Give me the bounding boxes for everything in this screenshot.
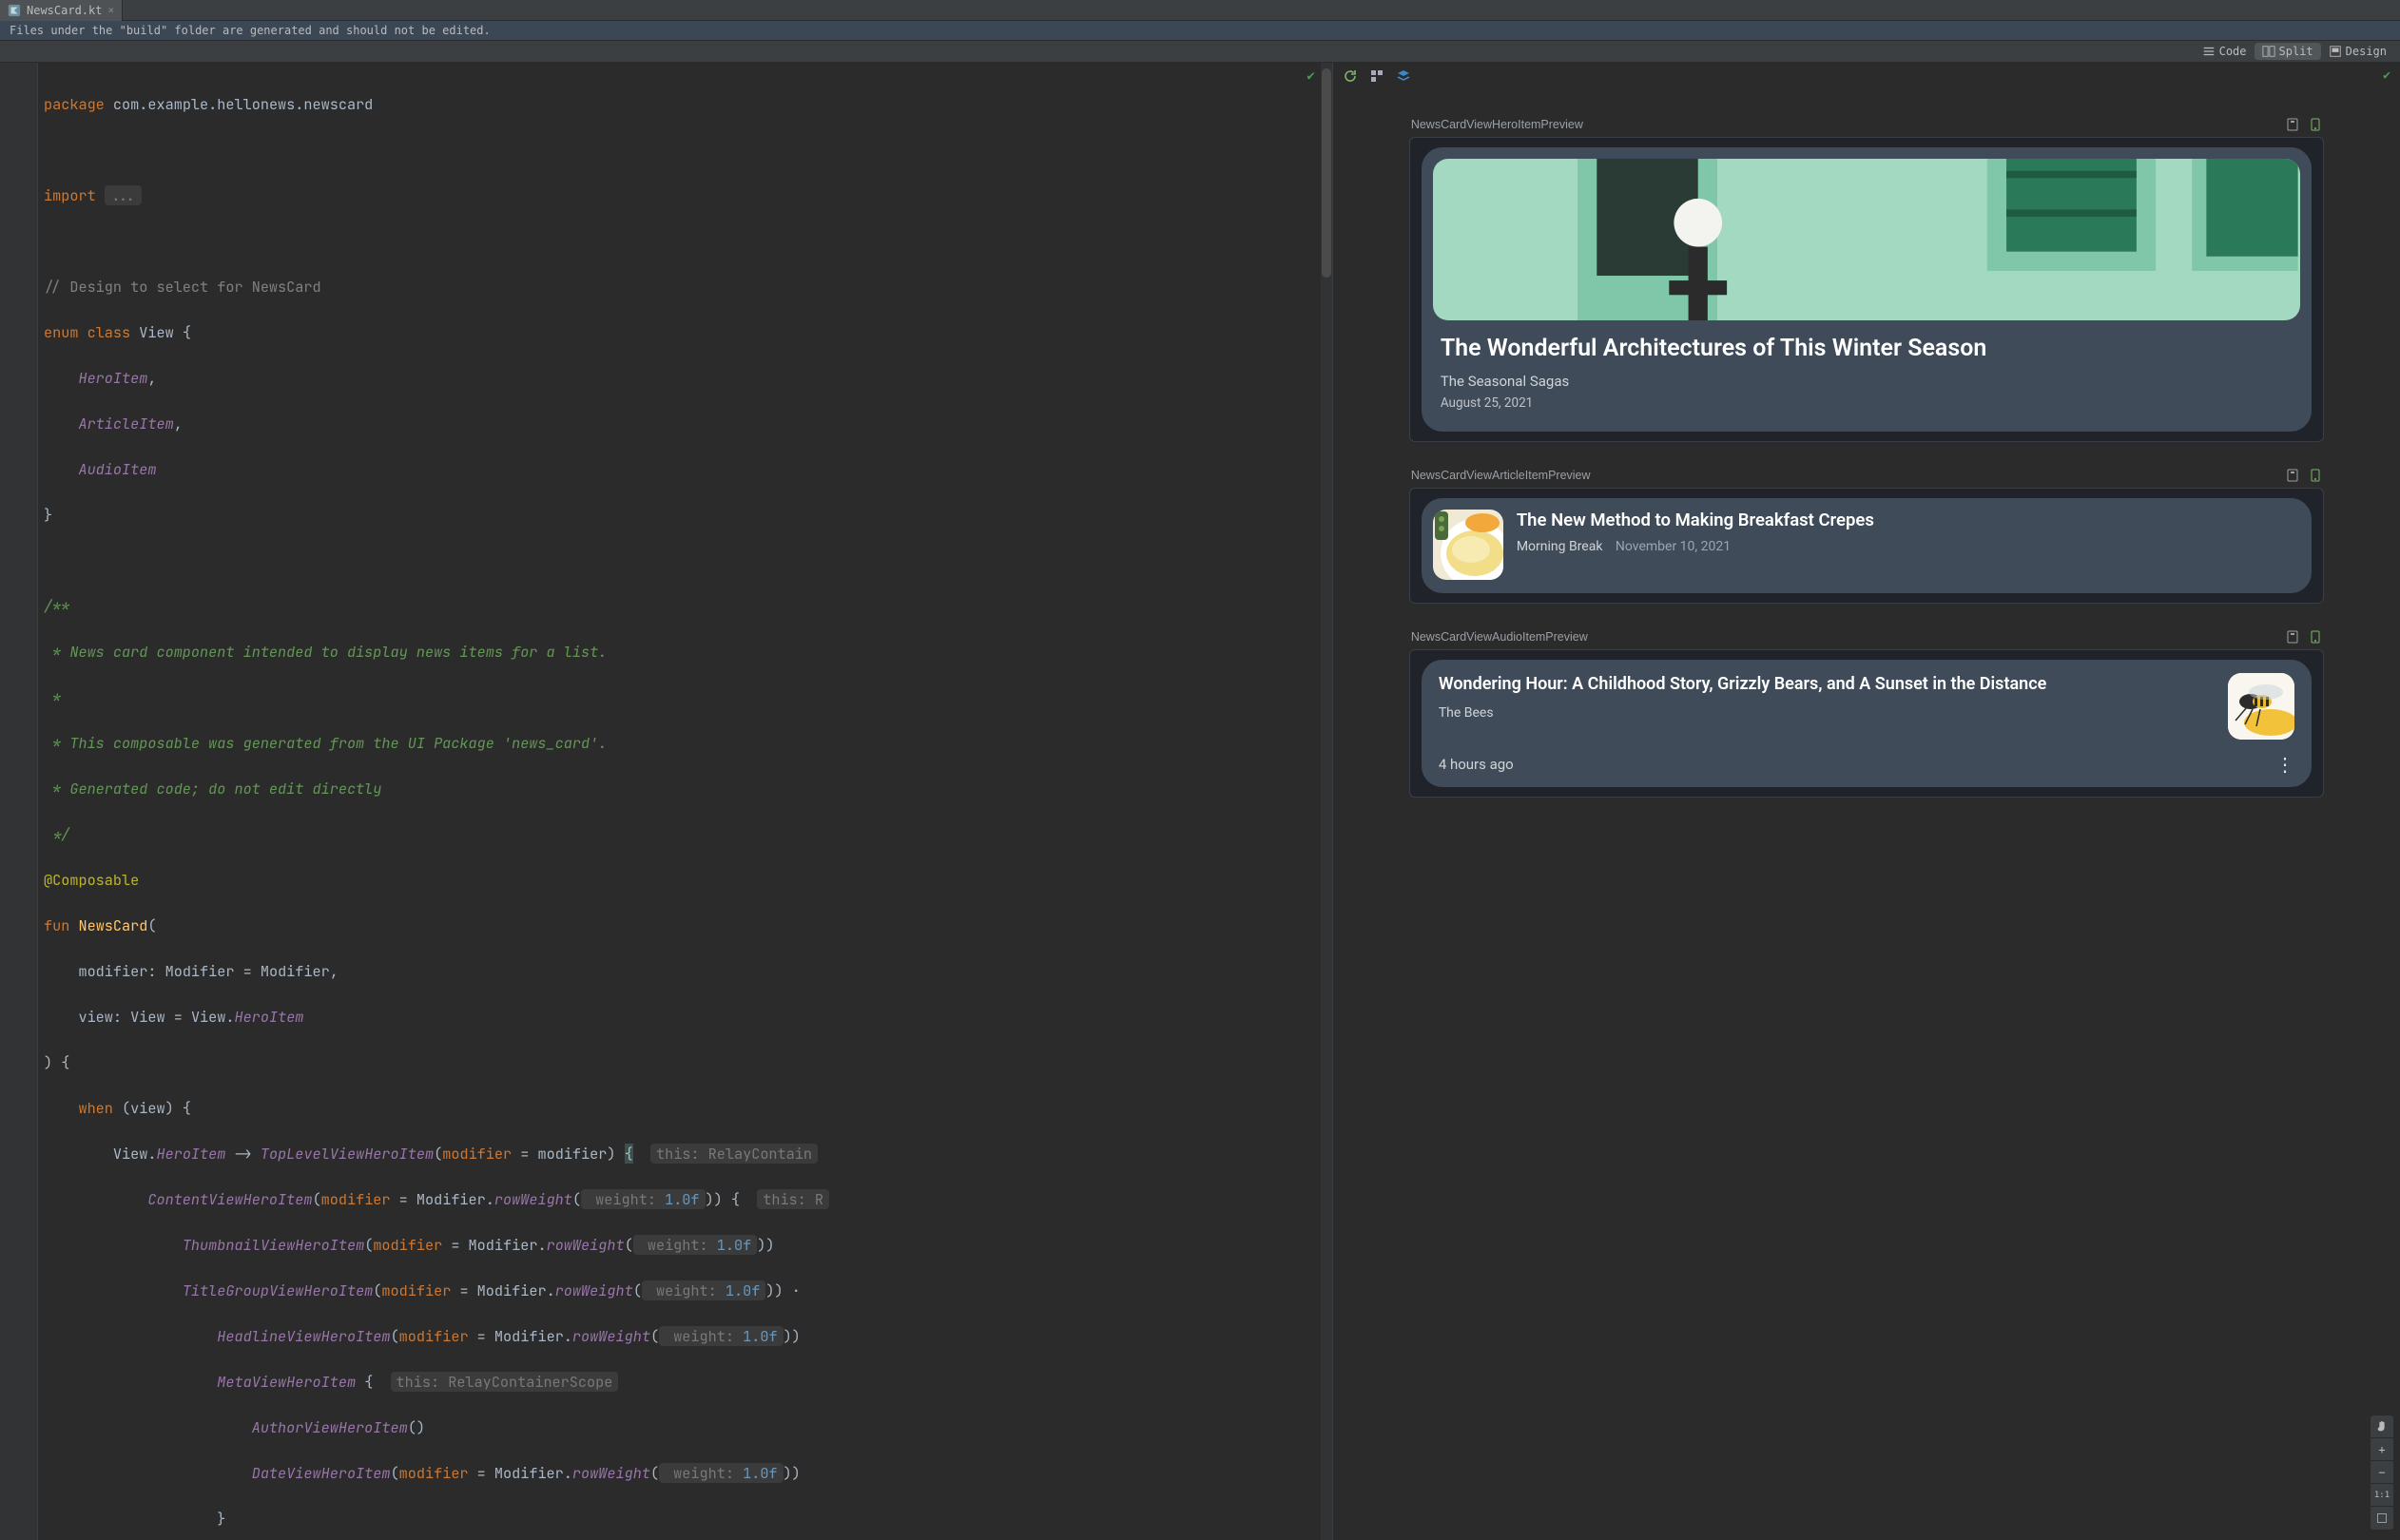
mode-design-label: Design (2346, 45, 2387, 58)
audio-thumbnail (2228, 673, 2294, 740)
hero-author: The Seasonal Sagas (1441, 373, 2293, 390)
refresh-icon[interactable] (1343, 68, 1358, 84)
zoom-out[interactable]: − (2371, 1461, 2393, 1484)
mode-code-label: Code (2219, 45, 2247, 58)
zoom-fit[interactable] (2371, 1507, 2393, 1530)
preview-hero: NewsCardViewHeroItemPreview (1409, 118, 2324, 442)
compose-preview-pane: ✔ NewsCardViewHeroItemPreview (1332, 63, 2400, 1540)
preview-audio-title: NewsCardViewAudioItemPreview (1411, 630, 1588, 644)
preview-audio: NewsCardViewAudioItemPreview Wondering H… (1409, 630, 2324, 798)
audio-card[interactable]: Wondering Hour: A Childhood Story, Grizz… (1422, 660, 2312, 787)
mode-code[interactable]: Code (2195, 43, 2255, 60)
audio-author: The Bees (1439, 705, 2213, 721)
article-author: Morning Break (1517, 539, 1603, 554)
deploy-preview-icon[interactable] (2286, 630, 2299, 644)
hero-date: August 25, 2021 (1441, 395, 2293, 411)
zoom-controls: + − 1:1 (2370, 1415, 2394, 1530)
animation-preview-icon[interactable] (2309, 118, 2322, 131)
zoom-reset[interactable]: 1:1 (2371, 1484, 2393, 1507)
preview-article-title: NewsCardViewArticleItemPreview (1411, 469, 1591, 482)
preview-article: NewsCardViewArticleItemPreview (1409, 469, 2324, 604)
design-mode-icon (2329, 45, 2342, 58)
kotlin-file-icon (8, 4, 21, 17)
zoom-in[interactable]: + (2371, 1438, 2393, 1461)
article-thumbnail (1433, 510, 1503, 580)
audio-time: 4 hours ago (1439, 756, 1514, 773)
deploy-preview-icon[interactable] (2286, 118, 2299, 131)
editor-gutter (0, 63, 38, 1540)
generated-file-notice: Files under the "build" folder are gener… (0, 21, 2400, 41)
animation-preview-icon[interactable] (2309, 469, 2322, 482)
code-editor[interactable]: ✔ package com.example.hellonews.newscard… (0, 63, 1332, 1540)
animation-preview-icon[interactable] (2309, 630, 2322, 644)
pan-tool[interactable] (2371, 1415, 2393, 1438)
article-date: November 10, 2021 (1616, 539, 1731, 554)
interactive-mode-icon[interactable] (1369, 68, 1384, 84)
mode-split-label: Split (2279, 45, 2313, 58)
mode-split[interactable]: Split (2255, 43, 2321, 60)
layers-icon[interactable] (1396, 68, 1411, 84)
hero-card[interactable]: The Wonderful Architectures of This Wint… (1422, 147, 2312, 432)
split-mode-icon (2262, 45, 2275, 58)
preview-toolbar (1333, 63, 2400, 89)
inspection-ok-icon: ✔ (1306, 68, 1314, 84)
article-headline: The New Method to Making Breakfast Crepe… (1517, 510, 2294, 532)
editor-tab-bar: NewsCard.kt × (0, 0, 2400, 21)
tab-filename: NewsCard.kt (27, 4, 102, 17)
deploy-preview-icon[interactable] (2286, 469, 2299, 482)
editor-scrollthumb[interactable] (1322, 68, 1331, 278)
editor-tab[interactable]: NewsCard.kt × (0, 0, 123, 21)
view-mode-bar: Code Split Design (0, 41, 2400, 63)
article-card[interactable]: The New Method to Making Breakfast Crepe… (1422, 498, 2312, 593)
code-mode-icon (2202, 45, 2216, 58)
preview-ok-icon: ✔ (2383, 68, 2390, 83)
close-tab-icon[interactable]: × (107, 4, 114, 16)
mode-design[interactable]: Design (2321, 43, 2394, 60)
hero-headline: The Wonderful Architectures of This Wint… (1441, 334, 2293, 363)
more-menu-icon[interactable]: ⋮ (2275, 755, 2294, 774)
notice-text: Files under the "build" folder are gener… (10, 24, 491, 37)
hero-thumbnail (1433, 159, 2300, 320)
editor-scrollbar[interactable] (1321, 63, 1332, 1540)
audio-headline: Wondering Hour: A Childhood Story, Grizz… (1439, 673, 2213, 696)
code-content[interactable]: package com.example.hellonews.newscard i… (38, 63, 1332, 1540)
preview-hero-title: NewsCardViewHeroItemPreview (1411, 118, 1583, 131)
